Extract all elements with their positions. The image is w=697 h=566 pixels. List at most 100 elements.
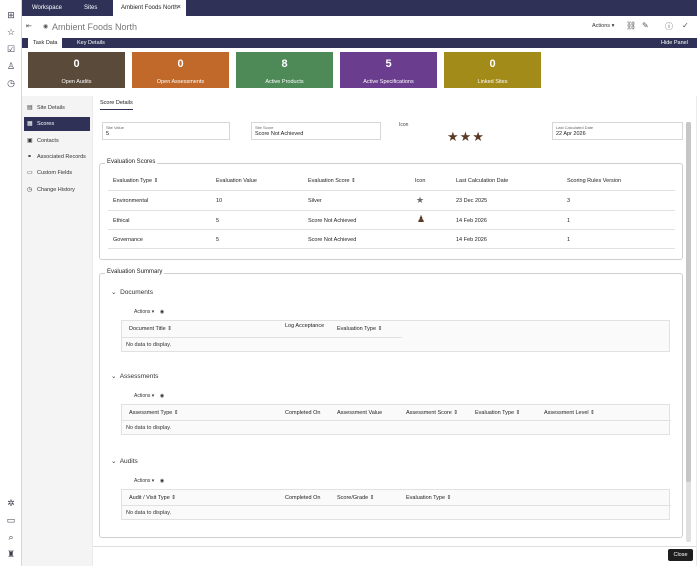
chat-icon[interactable]: ▭ [5, 514, 17, 526]
col-assessment-type[interactable]: Assessment Type ⇕ [129, 410, 178, 416]
audits-title: Audits [119, 458, 138, 465]
check-icon[interactable]: ✓ [682, 21, 689, 30]
no-data-message: No data to display. [126, 510, 172, 516]
col-evaluation-type[interactable]: Evaluation Type ⇕ [113, 178, 158, 184]
back-icon[interactable]: ⇤ [26, 22, 32, 30]
clock-icon[interactable]: ◷ [5, 77, 17, 89]
col-document-title[interactable]: Document Title ⇕ [129, 326, 172, 332]
tab-sites[interactable]: Sites [84, 0, 97, 16]
row-1-value: 10 [216, 198, 223, 204]
card-open-assessments[interactable]: 0 Open Assessments [132, 52, 229, 88]
section-title: Evaluation Scores [105, 159, 158, 165]
trophy-icon[interactable]: ♜ [5, 548, 17, 560]
col-icon: Icon [415, 178, 426, 184]
sidebar-item-associated-records[interactable]: ⚭ Associated Records [24, 150, 90, 164]
card-label: Linked Sites [477, 79, 508, 85]
checklist-icon[interactable]: ☑ [5, 43, 17, 55]
evaluation-scores-table: Evaluation Type ⇕ Evaluation Value Evalu… [108, 171, 675, 249]
col-log-acceptance: Log Acceptance [285, 323, 325, 329]
tab-record-label: Ambient Foods North [121, 5, 178, 11]
summary-cards: 0 Open Audits 0 Open Assessments 8 Active P… [22, 48, 697, 96]
actions-label: Actions [592, 23, 611, 29]
scrollbar-thumb[interactable] [686, 122, 691, 482]
close-button[interactable]: Close [668, 549, 693, 561]
divider [108, 210, 675, 211]
tab-score-details[interactable]: Score Details [100, 100, 133, 110]
tab-task-data[interactable]: Task Data [28, 38, 63, 48]
sidebar-item-contacts[interactable]: ▣ Contacts [24, 134, 90, 148]
divider [108, 229, 675, 230]
divider [108, 248, 675, 249]
row-2-score: Score Not Achieved [308, 218, 357, 224]
tab-key-details[interactable]: Key Details [72, 38, 110, 48]
assessments-header[interactable]: ⌄ Assessments [111, 372, 158, 380]
main-panel: Score Details Site Value 5 Site Score Sc… [93, 96, 696, 546]
history-icon: ◷ [27, 187, 33, 193]
sidebar-item-label: Associated Records [37, 154, 86, 160]
card-label: Active Products [265, 79, 304, 85]
edit-icon[interactable]: ✎ [642, 21, 649, 30]
documents-header[interactable]: ⌄ Documents [111, 288, 153, 296]
actions-label: Actions [134, 478, 151, 484]
sidebar-item-label: Change History [37, 187, 75, 193]
assessments-actions[interactable]: Actions ▾ ◉ [134, 393, 164, 399]
audits-actions[interactable]: Actions ▾ ◉ [134, 478, 164, 484]
eye-icon[interactable]: ◉ [160, 393, 164, 399]
card-active-specifications[interactable]: 5 Active Specifications [340, 52, 437, 88]
search-icon[interactable]: ⌕ [5, 531, 17, 543]
info-icon[interactable]: ⓘ [665, 21, 673, 32]
bug-icon[interactable]: ✲ [5, 497, 17, 509]
audits-table: Audit / Visit Type ⇕ Completed On Score/… [121, 489, 671, 520]
grid-icon[interactable]: ⊞ [5, 9, 17, 21]
scores-icon: ▦ [27, 121, 33, 127]
audits-header[interactable]: ⌄ Audits [111, 457, 138, 465]
col-score-grade[interactable]: Score/Grade ⇕ [337, 495, 374, 501]
col-evaluation-score[interactable]: Evaluation Score ⇕ [308, 178, 356, 184]
hide-panel-button[interactable]: Hide Panel [656, 38, 693, 48]
col-assessment-score[interactable]: Assessment Score ⇕ [406, 410, 458, 416]
card-open-audits[interactable]: 0 Open Audits [28, 52, 125, 88]
sidebar-item-custom-fields[interactable]: ▭ Custom Fields [24, 166, 90, 180]
site-value-field: Site Value 5 [102, 122, 230, 140]
star-rating-icon: ★★★ [447, 129, 485, 144]
silver-star-icon: ★ [416, 195, 425, 205]
col-assessment-level[interactable]: Assessment Level ⇕ [544, 410, 595, 416]
actions-menu[interactable]: Actions ▾ [592, 23, 614, 29]
sidebar-item-change-history[interactable]: ◷ Change History [24, 183, 90, 197]
col-evaluation-value: Evaluation Value [216, 178, 257, 184]
col-evaluation-type[interactable]: Evaluation Type ⇕ [406, 495, 451, 501]
col-evaluation-type[interactable]: Evaluation Type ⇕ [337, 326, 382, 332]
row-3-type: Governance [113, 237, 143, 243]
card-linked-sites[interactable]: 0 Linked Sites [444, 52, 541, 88]
row-3-version: 1 [567, 237, 571, 243]
user-icon[interactable]: ♙ [5, 60, 17, 72]
section-title: Evaluation Summary [105, 269, 165, 275]
card-active-products[interactable]: 8 Active Products [236, 52, 333, 88]
star-icon[interactable]: ☆ [5, 26, 17, 38]
col-evaluation-type[interactable]: Evaluation Type ⇕ [475, 410, 520, 416]
sidebar-item-site-details[interactable]: ▤ Site Details [24, 101, 90, 115]
field-value: Score Not Achieved [255, 131, 304, 137]
tab-workspace[interactable]: Workspace [32, 0, 62, 16]
eye-icon[interactable]: ◉ [43, 23, 48, 30]
chevron-down-icon: ▾ [611, 23, 615, 29]
col-completed-on: Completed On [285, 495, 321, 501]
tab-record[interactable]: Ambient Foods North × [113, 0, 186, 16]
sidebar-item-scores[interactable]: ▦ Scores [24, 117, 90, 131]
no-data-message: No data to display. [126, 425, 172, 431]
last-calculated-field: Last Calculated Date 22 Apr 2026 [552, 122, 683, 140]
eye-icon[interactable]: ◉ [160, 478, 164, 484]
close-tab-icon[interactable]: × [177, 0, 181, 16]
top-tab-bar: Workspace Sites Ambient Foods North × [22, 0, 697, 16]
sub-tab-bar: Task Data Key Details Hide Panel [22, 38, 697, 48]
card-value: 5 [385, 58, 392, 70]
link-icon[interactable]: ⛓ [626, 21, 636, 30]
row-2-type: Ethical [113, 218, 130, 224]
col-assessment-value: Assessment Value [337, 410, 383, 416]
eye-icon[interactable]: ◉ [160, 309, 164, 315]
documents-actions[interactable]: Actions ▾ ◉ [134, 309, 164, 315]
pawn-icon: ♟ [417, 214, 426, 224]
col-audit-visit-type[interactable]: Audit / Visit Type ⇕ [129, 495, 176, 501]
chevron-down-icon: ⌄ [111, 458, 117, 465]
card-label: Open Assessments [156, 79, 205, 85]
